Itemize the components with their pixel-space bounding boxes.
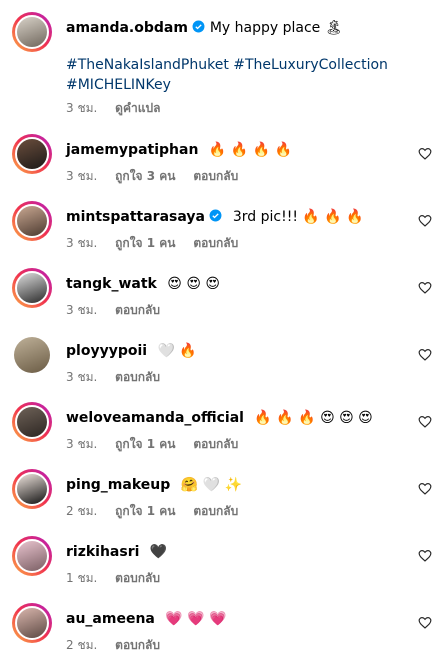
post-caption-text: My happy place — [209, 20, 321, 36]
post-time[interactable]: 3 ชม. — [66, 101, 97, 115]
comment-username[interactable]: ping_makeup — [66, 477, 170, 493]
comment-line: au_ameena 💗 💗 💗 — [66, 611, 227, 627]
comment-meta: 2 ชม. ถูกใจ 1 คน ตอบกลับ — [66, 502, 252, 521]
comment-username[interactable]: jamemypatiphan — [66, 142, 198, 158]
comment-text: 💗 💗 💗 — [165, 611, 227, 627]
comment-line: ping_makeup 🤗 🤍 ✨ — [66, 477, 242, 493]
comment-username[interactable]: weloveamanda_official — [66, 410, 244, 426]
island-emoji: 🏝 — [324, 20, 343, 36]
avatar[interactable] — [12, 469, 52, 509]
reply-button[interactable]: ตอบกลับ — [115, 370, 160, 384]
comment-text: 🤗 🤍 ✨ — [180, 477, 242, 493]
avatar-image — [14, 337, 50, 373]
comment-meta: 2 ชม. ตอบกลับ — [66, 636, 174, 655]
avatar[interactable] — [12, 603, 52, 643]
likes-count[interactable]: ถูกใจ 1 คน — [115, 504, 175, 518]
comment-text: 🔥 🔥 🔥 🔥 — [208, 142, 292, 158]
avatar[interactable] — [12, 201, 52, 241]
heart-icon[interactable] — [418, 348, 432, 362]
comment-time[interactable]: 3 ชม. — [66, 303, 97, 317]
heart-icon[interactable] — [418, 147, 432, 161]
comment-line: weloveamanda_official 🔥 🔥 🔥 😍 😍 😍 — [66, 410, 373, 426]
hashtags: #TheNakaIslandPhuket #TheLuxuryCollectio… — [66, 55, 396, 95]
comment-username[interactable]: tangk_watk — [66, 276, 157, 292]
comment-line: mintspattarasaya 3rd pic!!! 🔥 🔥 🔥 — [66, 209, 364, 225]
comment-line: jamemypatiphan 🔥 🔥 🔥 🔥 — [66, 142, 292, 158]
likes-count[interactable]: ถูกใจ 1 คน — [115, 437, 175, 451]
avatar[interactable] — [12, 12, 52, 52]
comment-time[interactable]: 3 ชม. — [66, 437, 97, 451]
comment-meta: 1 ชม. ตอบกลับ — [66, 569, 174, 588]
likes-count[interactable]: ถูกใจ 3 คน — [115, 169, 175, 183]
comment-time[interactable]: 2 ชม. — [66, 638, 97, 652]
hashtag[interactable]: #MICHELINKey — [66, 77, 171, 93]
translate-button[interactable]: ดูคำแปล — [115, 101, 160, 115]
heart-icon[interactable] — [418, 415, 432, 429]
heart-icon[interactable] — [418, 281, 432, 295]
avatar-image — [15, 137, 49, 171]
reply-button[interactable]: ตอบกลับ — [115, 571, 160, 585]
avatar[interactable] — [12, 402, 52, 442]
comment-time[interactable]: 3 ชม. — [66, 370, 97, 384]
reply-button[interactable]: ตอบกลับ — [115, 303, 160, 317]
hashtag[interactable]: #TheLuxuryCollection — [233, 57, 388, 73]
comment-username[interactable]: ployyypoii — [66, 343, 147, 359]
reply-button[interactable]: ตอบกลับ — [115, 638, 160, 652]
comment-line: rizkihasri 🖤 — [66, 544, 167, 560]
reply-button[interactable]: ตอบกลับ — [193, 437, 238, 451]
avatar-image — [15, 472, 49, 506]
avatar-image — [15, 539, 49, 573]
comment-meta: 3 ชม. ตอบกลับ — [66, 301, 174, 320]
reply-button[interactable]: ตอบกลับ — [193, 504, 238, 518]
verified-badge-icon — [209, 209, 222, 222]
comment-time[interactable]: 3 ชม. — [66, 236, 97, 250]
reply-button[interactable]: ตอบกลับ — [193, 236, 238, 250]
comment-username[interactable]: rizkihasri — [66, 544, 139, 560]
post-username[interactable]: amanda.obdam — [66, 20, 188, 36]
hashtag[interactable]: #TheNakaIslandPhuket — [66, 57, 229, 73]
post-meta: 3 ชม. ดูคำแปล — [66, 99, 174, 118]
avatar-image — [15, 15, 49, 49]
comment-username[interactable]: au_ameena — [66, 611, 155, 627]
comment-meta: 3 ชม. ตอบกลับ — [66, 368, 174, 387]
avatar[interactable] — [12, 134, 52, 174]
avatar[interactable] — [12, 536, 52, 576]
avatar[interactable] — [12, 268, 52, 308]
comment-time[interactable]: 2 ชม. — [66, 504, 97, 518]
heart-icon[interactable] — [418, 549, 432, 563]
comment-text: 😍 😍 😍 — [167, 276, 220, 292]
comment-line: tangk_watk 😍 😍 😍 — [66, 276, 220, 292]
comment-time[interactable]: 1 ชม. — [66, 571, 97, 585]
comment-meta: 3 ชม. ถูกใจ 1 คน ตอบกลับ — [66, 435, 252, 454]
caption-line: amanda.obdam My happy place 🏝 — [66, 20, 343, 36]
comment-text: 3rd pic!!! 🔥 🔥 🔥 — [232, 209, 364, 225]
comment-username[interactable]: mintspattarasaya — [66, 209, 205, 225]
avatar-image — [15, 606, 49, 640]
avatar-image — [15, 405, 49, 439]
avatar[interactable] — [12, 335, 52, 375]
comment-text: 🔥 🔥 🔥 😍 😍 😍 — [254, 410, 373, 426]
heart-icon[interactable] — [418, 214, 432, 228]
comment-meta: 3 ชม. ถูกใจ 1 คน ตอบกลับ — [66, 234, 252, 253]
reply-button[interactable]: ตอบกลับ — [193, 169, 238, 183]
heart-icon[interactable] — [418, 616, 432, 630]
comment-text: 🤍 🔥 — [157, 343, 197, 359]
comment-line: ployyypoii 🤍 🔥 — [66, 343, 197, 359]
comment-text: 🖤 — [149, 544, 168, 560]
comment-meta: 3 ชม. ถูกใจ 3 คน ตอบกลับ — [66, 167, 252, 186]
avatar-image — [15, 271, 49, 305]
avatar-image — [15, 204, 49, 238]
heart-icon[interactable] — [418, 482, 432, 496]
likes-count[interactable]: ถูกใจ 1 คน — [115, 236, 175, 250]
comment-time[interactable]: 3 ชม. — [66, 169, 97, 183]
verified-badge-icon — [192, 20, 205, 33]
